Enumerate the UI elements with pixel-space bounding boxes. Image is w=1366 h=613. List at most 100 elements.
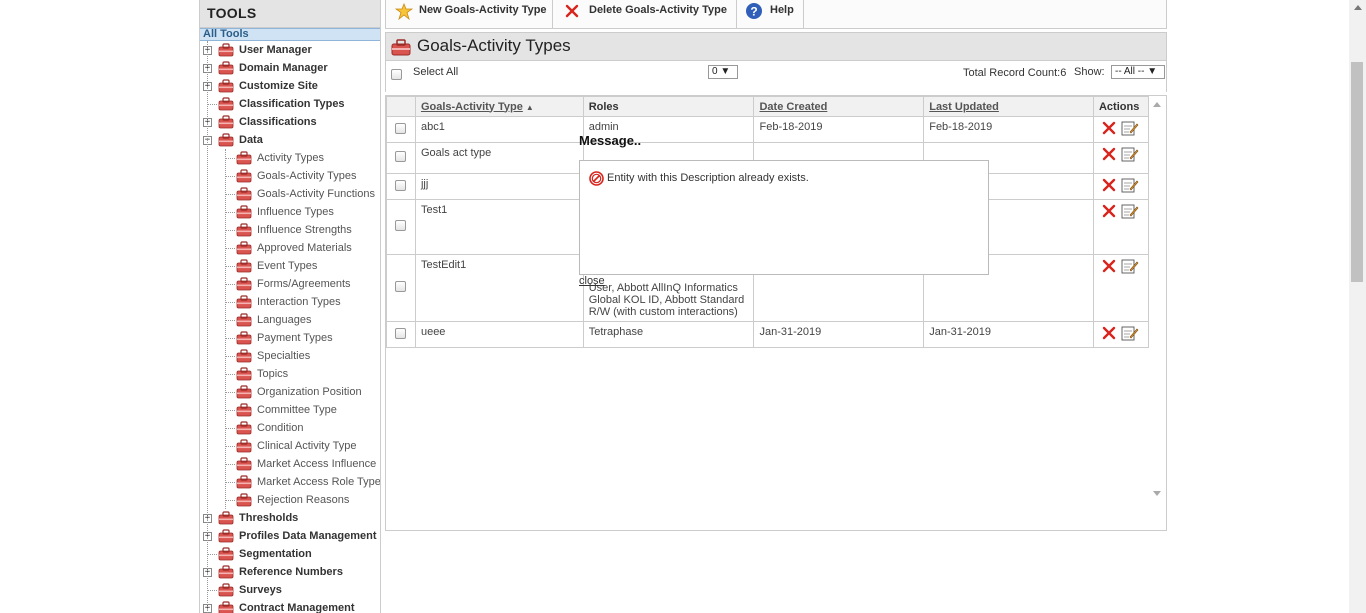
tree-connector [225,320,235,321]
row-checkbox[interactable] [395,179,407,191]
sidebar-item-user-manager[interactable]: + User Manager [200,41,380,59]
edit-row-icon[interactable] [1121,177,1139,193]
row-checkbox[interactable] [395,281,407,292]
toolbox-icon [236,241,252,255]
delete-button-label: Delete Goals-Activity Type [589,4,727,16]
toolbox-icon [218,583,234,597]
delete-row-icon[interactable] [1102,326,1116,340]
sidebar-item-surveys[interactable]: Surveys [200,581,380,599]
new-goals-activity-type-button[interactable]: New Goals-Activity Type [386,0,553,28]
delete-row-icon[interactable] [1102,178,1116,192]
delete-row-icon[interactable] [1102,121,1116,135]
header-date-created[interactable]: Date Created [753,96,925,117]
sidebar-item-market-access-influence[interactable]: Market Access Influence [200,455,380,473]
sidebar-item-customize-site[interactable]: + Customize Site [200,77,380,95]
toolbox-icon [236,277,252,291]
row-checkbox[interactable] [395,220,407,231]
sidebar-item-contract-management[interactable]: + Contract Management [200,599,380,613]
tree-connector [225,158,235,159]
scroll-up-arrow-icon[interactable] [1153,102,1161,107]
sidebar-item-label: Market Access Role Type [257,476,381,488]
header-type[interactable]: Goals-Activity Type ▲ [414,96,584,117]
sidebar-item-influence-strengths[interactable]: Influence Strengths [200,221,380,239]
sidebar-item-languages[interactable]: Languages [200,311,380,329]
edit-row-icon[interactable] [1121,120,1139,136]
edit-row-icon[interactable] [1121,258,1139,274]
sidebar-item-market-access-role-type[interactable]: Market Access Role Type [200,473,380,491]
grid-scrollbar[interactable] [1149,96,1166,530]
sidebar-item-label: Reference Numbers [239,566,343,578]
toolbox-icon [218,79,234,93]
sidebar-item-condition[interactable]: Condition [200,419,380,437]
cell-actions [1092,321,1150,348]
edit-row-icon[interactable] [1121,146,1139,162]
sidebar-item-label: Data [239,134,263,146]
sidebar-item-classification-types[interactable]: Classification Types [200,95,380,113]
sidebar-item-event-types[interactable]: Event Types [200,257,380,275]
sidebar-item-rejection-reasons[interactable]: Rejection Reasons [200,491,380,509]
message-popup: Entity with this Description already exi… [579,160,989,275]
sidebar-item-committee-type[interactable]: Committee Type [200,401,380,419]
toolbox-icon [218,43,234,57]
edit-row-icon[interactable] [1121,325,1139,341]
tree-connector [225,464,235,465]
popup-title: Message.. [579,133,642,148]
delete-row-icon[interactable] [1102,259,1116,273]
sidebar-item-topics[interactable]: Topics [200,365,380,383]
cell-last-updated: Feb-18-2019 [923,116,1094,143]
sidebar-item-domain-manager[interactable]: + Domain Manager [200,59,380,77]
table-row[interactable]: abc1 admin Feb-18-2019 Feb-18-2019 [386,116,1150,143]
tree-trunk-line [207,41,208,613]
sidebar-item-clinical-activity-type[interactable]: Clinical Activity Type [200,437,380,455]
new-star-icon [395,3,413,21]
sidebar-item-activity-types[interactable]: Activity Types [200,149,380,167]
sidebar-item-goals-activity-functions[interactable]: Goals-Activity Functions [200,185,380,203]
edit-row-icon[interactable] [1121,203,1139,219]
select-all-checkbox[interactable] [391,69,402,80]
select-all-label: Select All [413,66,459,78]
toolbox-icon [236,367,252,381]
toolbox-icon [391,39,411,56]
sidebar-item-classifications[interactable]: + Classifications [200,113,380,131]
page-scroll-up-icon[interactable] [1354,5,1362,10]
sidebar-item-label: Rejection Reasons [257,494,350,506]
delete-goals-activity-type-button[interactable]: Delete Goals-Activity Type [553,0,737,28]
scroll-down-arrow-icon[interactable] [1153,491,1161,496]
tree-branch-line [225,149,226,509]
header-last-updated[interactable]: Last Updated [923,96,1094,117]
sidebar-item-interaction-types[interactable]: Interaction Types [200,293,380,311]
sidebar-item-payment-types[interactable]: Payment Types [200,329,380,347]
page-select[interactable]: 0 ▼ [708,65,738,79]
page-scroll-thumb[interactable] [1351,62,1363,282]
row-checkbox[interactable] [395,327,407,339]
delete-row-icon[interactable] [1102,147,1116,161]
sidebar-item-approved-materials[interactable]: Approved Materials [200,239,380,257]
sidebar-item-thresholds[interactable]: + Thresholds [200,509,380,527]
sidebar-item-data[interactable]: − Data [200,131,380,149]
sidebar-item-label: User Manager [239,44,312,56]
sidebar-item-influence-types[interactable]: Influence Types [200,203,380,221]
sidebar-item-label: Interaction Types [257,296,341,308]
toolbox-icon [236,349,252,363]
row-checkbox[interactable] [395,151,407,162]
page-scrollbar[interactable] [1349,0,1366,613]
delete-row-icon[interactable] [1102,204,1116,218]
sidebar-item-organization-position[interactable]: Organization Position [200,383,380,401]
row-checkbox[interactable] [395,122,407,134]
sidebar-item-specialties[interactable]: Specialties [200,347,380,365]
popup-close-link[interactable]: close [579,275,605,287]
sidebar-item-profiles-data-management[interactable]: + Profiles Data Management [200,527,380,545]
cell-last-updated: Jan-31-2019 [923,321,1094,348]
help-icon: ? [746,3,762,19]
table-row[interactable]: ueee Tetraphase Jan-31-2019 Jan-31-2019 [386,321,1150,348]
sidebar-item-label: Influence Strengths [257,224,352,236]
sidebar-item-goals-activity-types[interactable]: Goals-Activity Types [200,167,380,185]
cell-type: Test1 [414,199,584,255]
sidebar-item-reference-numbers[interactable]: + Reference Numbers [200,563,380,581]
sidebar-item-forms-agreements[interactable]: Forms/Agreements [200,275,380,293]
cell-actions [1092,142,1150,174]
all-tools-link[interactable]: All Tools [200,28,380,41]
sidebar-item-segmentation[interactable]: Segmentation [200,545,380,563]
show-select[interactable]: -- All -- ▼ [1111,65,1165,79]
help-button[interactable]: ? Help [737,0,804,28]
